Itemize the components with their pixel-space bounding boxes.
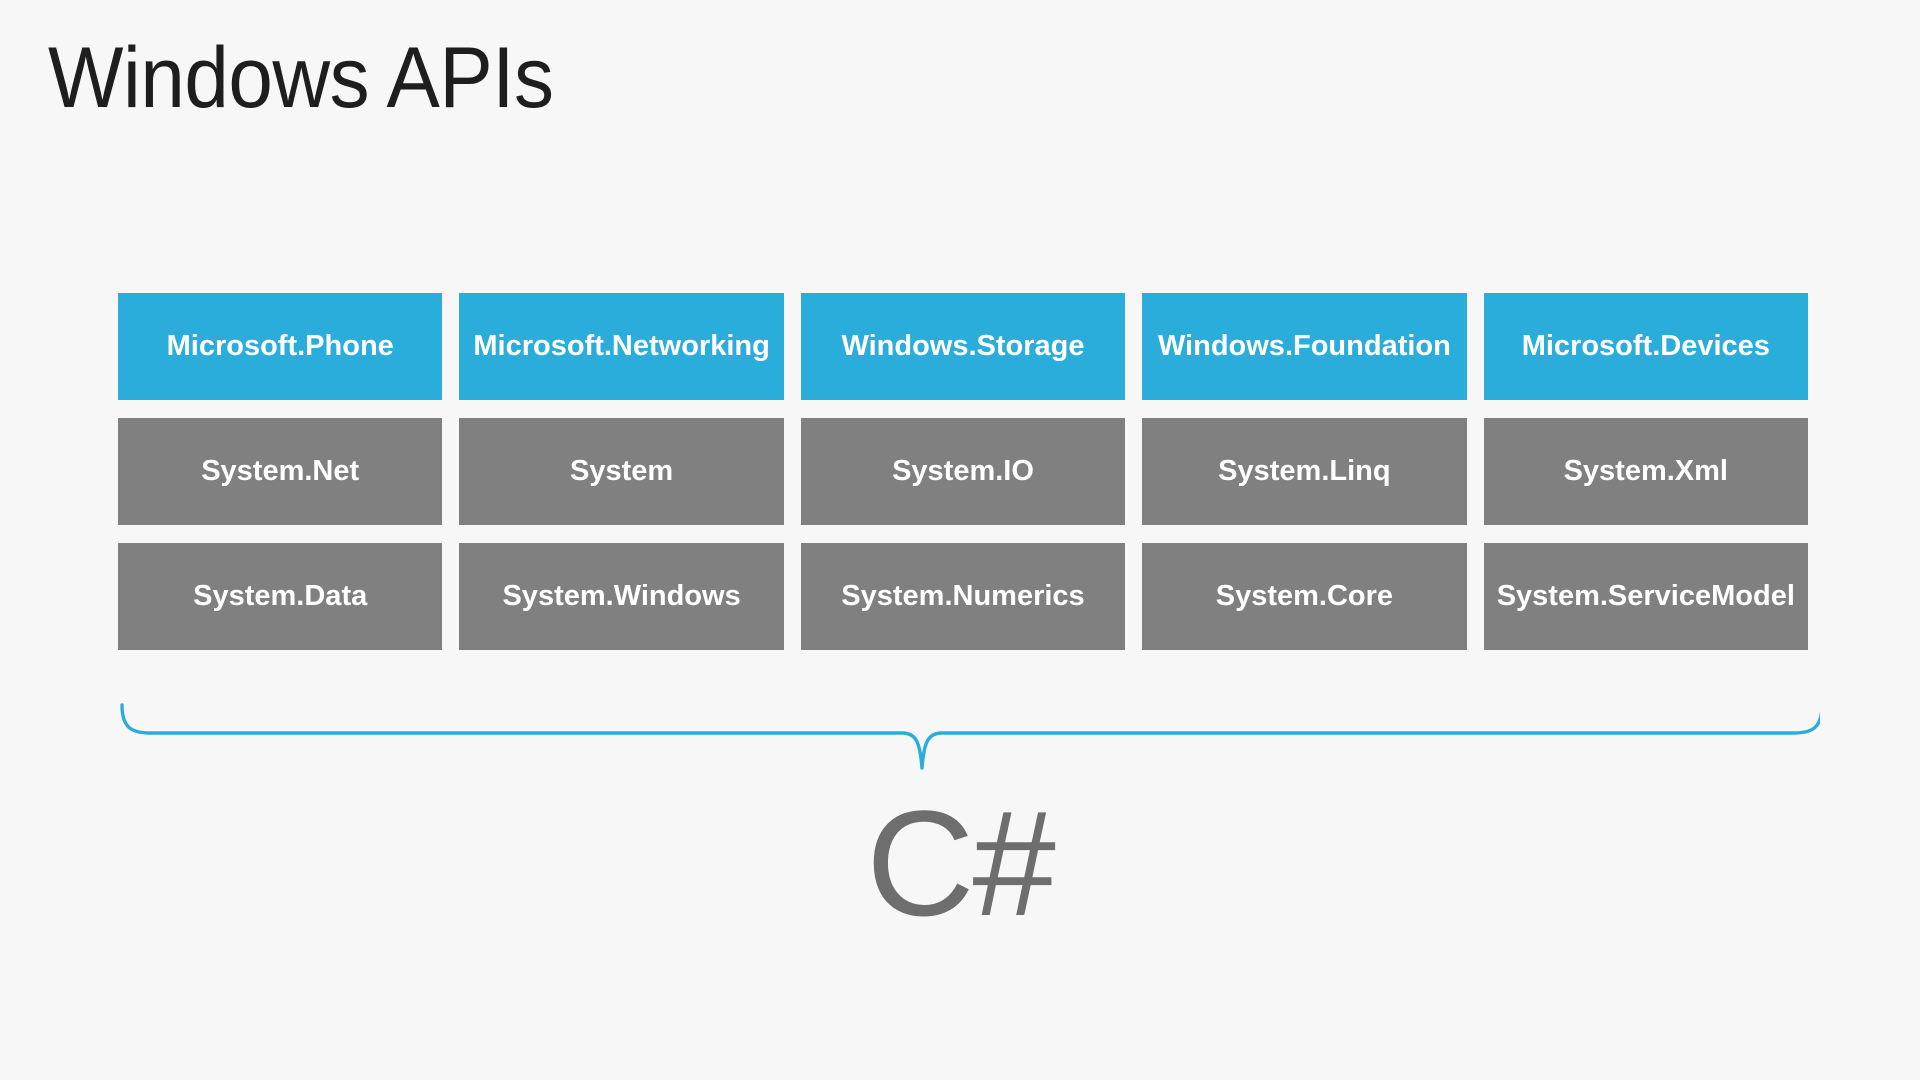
api-namespace-box[interactable]: System.IO bbox=[800, 418, 1126, 525]
api-namespace-label: System.Numerics bbox=[841, 579, 1085, 612]
slide-canvas: Windows APIs Microsoft.Phone Microsoft.Ne… bbox=[0, 0, 1920, 1080]
api-namespace-label: System.Windows bbox=[502, 579, 741, 612]
api-namespace-label: Windows.Foundation bbox=[1157, 329, 1451, 362]
page-title: Windows APIs bbox=[48, 30, 554, 126]
api-namespace-label: System.IO bbox=[892, 454, 1034, 487]
api-namespace-box[interactable]: System.Numerics bbox=[800, 543, 1126, 650]
api-namespace-box[interactable]: Microsoft.Phone bbox=[118, 293, 443, 400]
api-namespace-label: System.Data bbox=[193, 579, 368, 612]
api-namespace-box[interactable]: Microsoft.Networking bbox=[459, 293, 784, 400]
api-namespace-label: System.ServiceModel bbox=[1496, 579, 1795, 612]
grouping-brace bbox=[110, 690, 1820, 790]
api-namespace-box[interactable]: Windows.Foundation bbox=[1142, 293, 1467, 400]
brace-icon bbox=[120, 703, 1820, 770]
api-namespace-box[interactable]: Microsoft.Devices bbox=[1483, 293, 1808, 400]
api-namespace-box[interactable]: System.Windows bbox=[459, 543, 784, 650]
api-namespace-label: System.Net bbox=[201, 454, 360, 487]
api-namespace-label: System.Xml bbox=[1563, 454, 1728, 487]
api-namespace-label: Windows.Storage bbox=[841, 329, 1085, 362]
api-namespace-box[interactable]: System.Linq bbox=[1142, 418, 1467, 525]
api-namespace-label: Microsoft.Networking bbox=[473, 329, 770, 362]
api-namespace-box[interactable]: System.Core bbox=[1142, 543, 1467, 650]
api-namespace-box[interactable]: System.ServiceModel bbox=[1483, 543, 1808, 650]
csharp-language-label: C# bbox=[866, 779, 1056, 947]
api-namespace-label: Microsoft.Phone bbox=[166, 329, 394, 362]
api-namespace-label: Microsoft.Devices bbox=[1521, 329, 1770, 362]
api-namespace-label: System.Core bbox=[1215, 579, 1394, 612]
api-namespace-box[interactable]: Windows.Storage bbox=[800, 293, 1126, 400]
api-namespace-box[interactable]: System.Net bbox=[118, 418, 443, 525]
api-namespace-box[interactable]: System.Data bbox=[118, 543, 443, 650]
api-namespace-box[interactable]: System bbox=[459, 418, 784, 525]
api-namespace-box[interactable]: System.Xml bbox=[1483, 418, 1808, 525]
api-namespace-grid: Microsoft.Phone Microsoft.Networking Windo… bbox=[118, 293, 1808, 650]
api-namespace-label: System bbox=[570, 454, 674, 487]
api-namespace-label: System.Linq bbox=[1218, 454, 1391, 487]
